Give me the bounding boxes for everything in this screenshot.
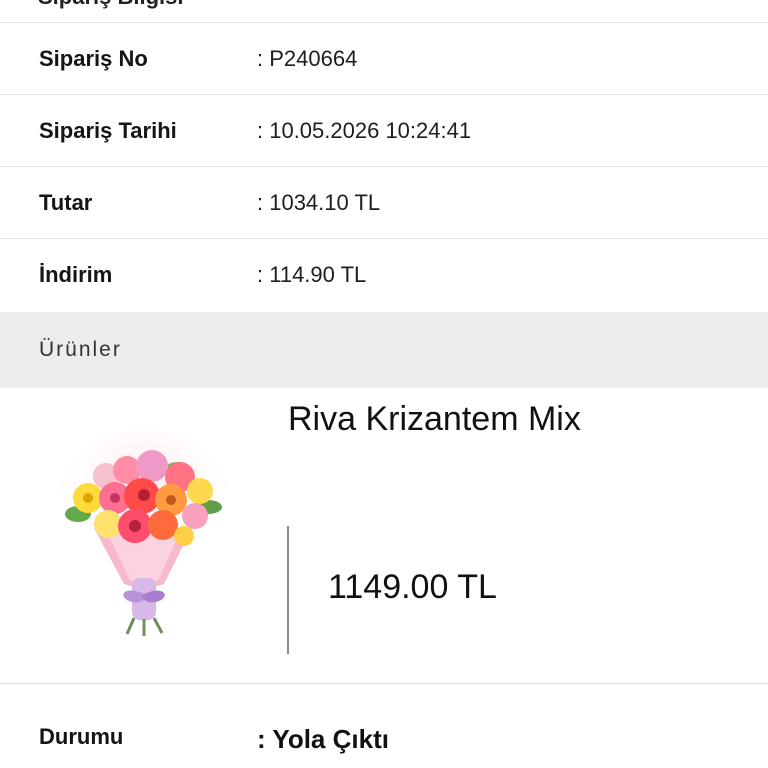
page-title-bar: Sipariş Bilgisi <box>0 0 768 23</box>
order-status-value: : Yola Çıktı <box>257 724 389 754</box>
order-total-value: : 1034.10 TL <box>257 190 381 215</box>
order-number-row: Sipariş No : P240664 <box>0 23 768 95</box>
order-discount-row: İndirim : 114.90 TL <box>0 239 768 312</box>
products-section-title: Ürünler <box>39 338 122 361</box>
product-card[interactable]: Riva Krizantem Mix 1149.00 TL <box>0 388 768 684</box>
page-title: Sipariş Bilgisi <box>38 0 184 10</box>
products-section-header: Ürünler <box>0 312 768 388</box>
order-discount-label: İndirim <box>39 262 113 287</box>
order-number-value: : P240664 <box>257 46 358 71</box>
flower-bouquet-image <box>56 430 232 636</box>
product-name[interactable]: Riva Krizantem Mix <box>288 400 581 439</box>
order-status-row: Durumu : Yola Çıktı <box>0 684 768 768</box>
order-total-row: Tutar : 1034.10 TL <box>0 167 768 239</box>
order-total-label: Tutar <box>39 190 93 215</box>
product-divider <box>287 526 289 654</box>
order-detail-screen: Sipariş Bilgisi Sipariş No : P240664 Sip… <box>0 0 768 768</box>
order-date-row: Sipariş Tarihi : 10.05.2026 10:24:41 <box>0 95 768 167</box>
order-number-label: Sipariş No <box>39 46 148 71</box>
order-status-label: Durumu <box>39 724 124 749</box>
order-date-label: Sipariş Tarihi <box>39 118 177 143</box>
product-price: 1149.00 TL <box>328 568 497 606</box>
order-discount-value: : 114.90 TL <box>257 262 367 287</box>
order-date-value: : 10.05.2026 10:24:41 <box>257 118 472 143</box>
